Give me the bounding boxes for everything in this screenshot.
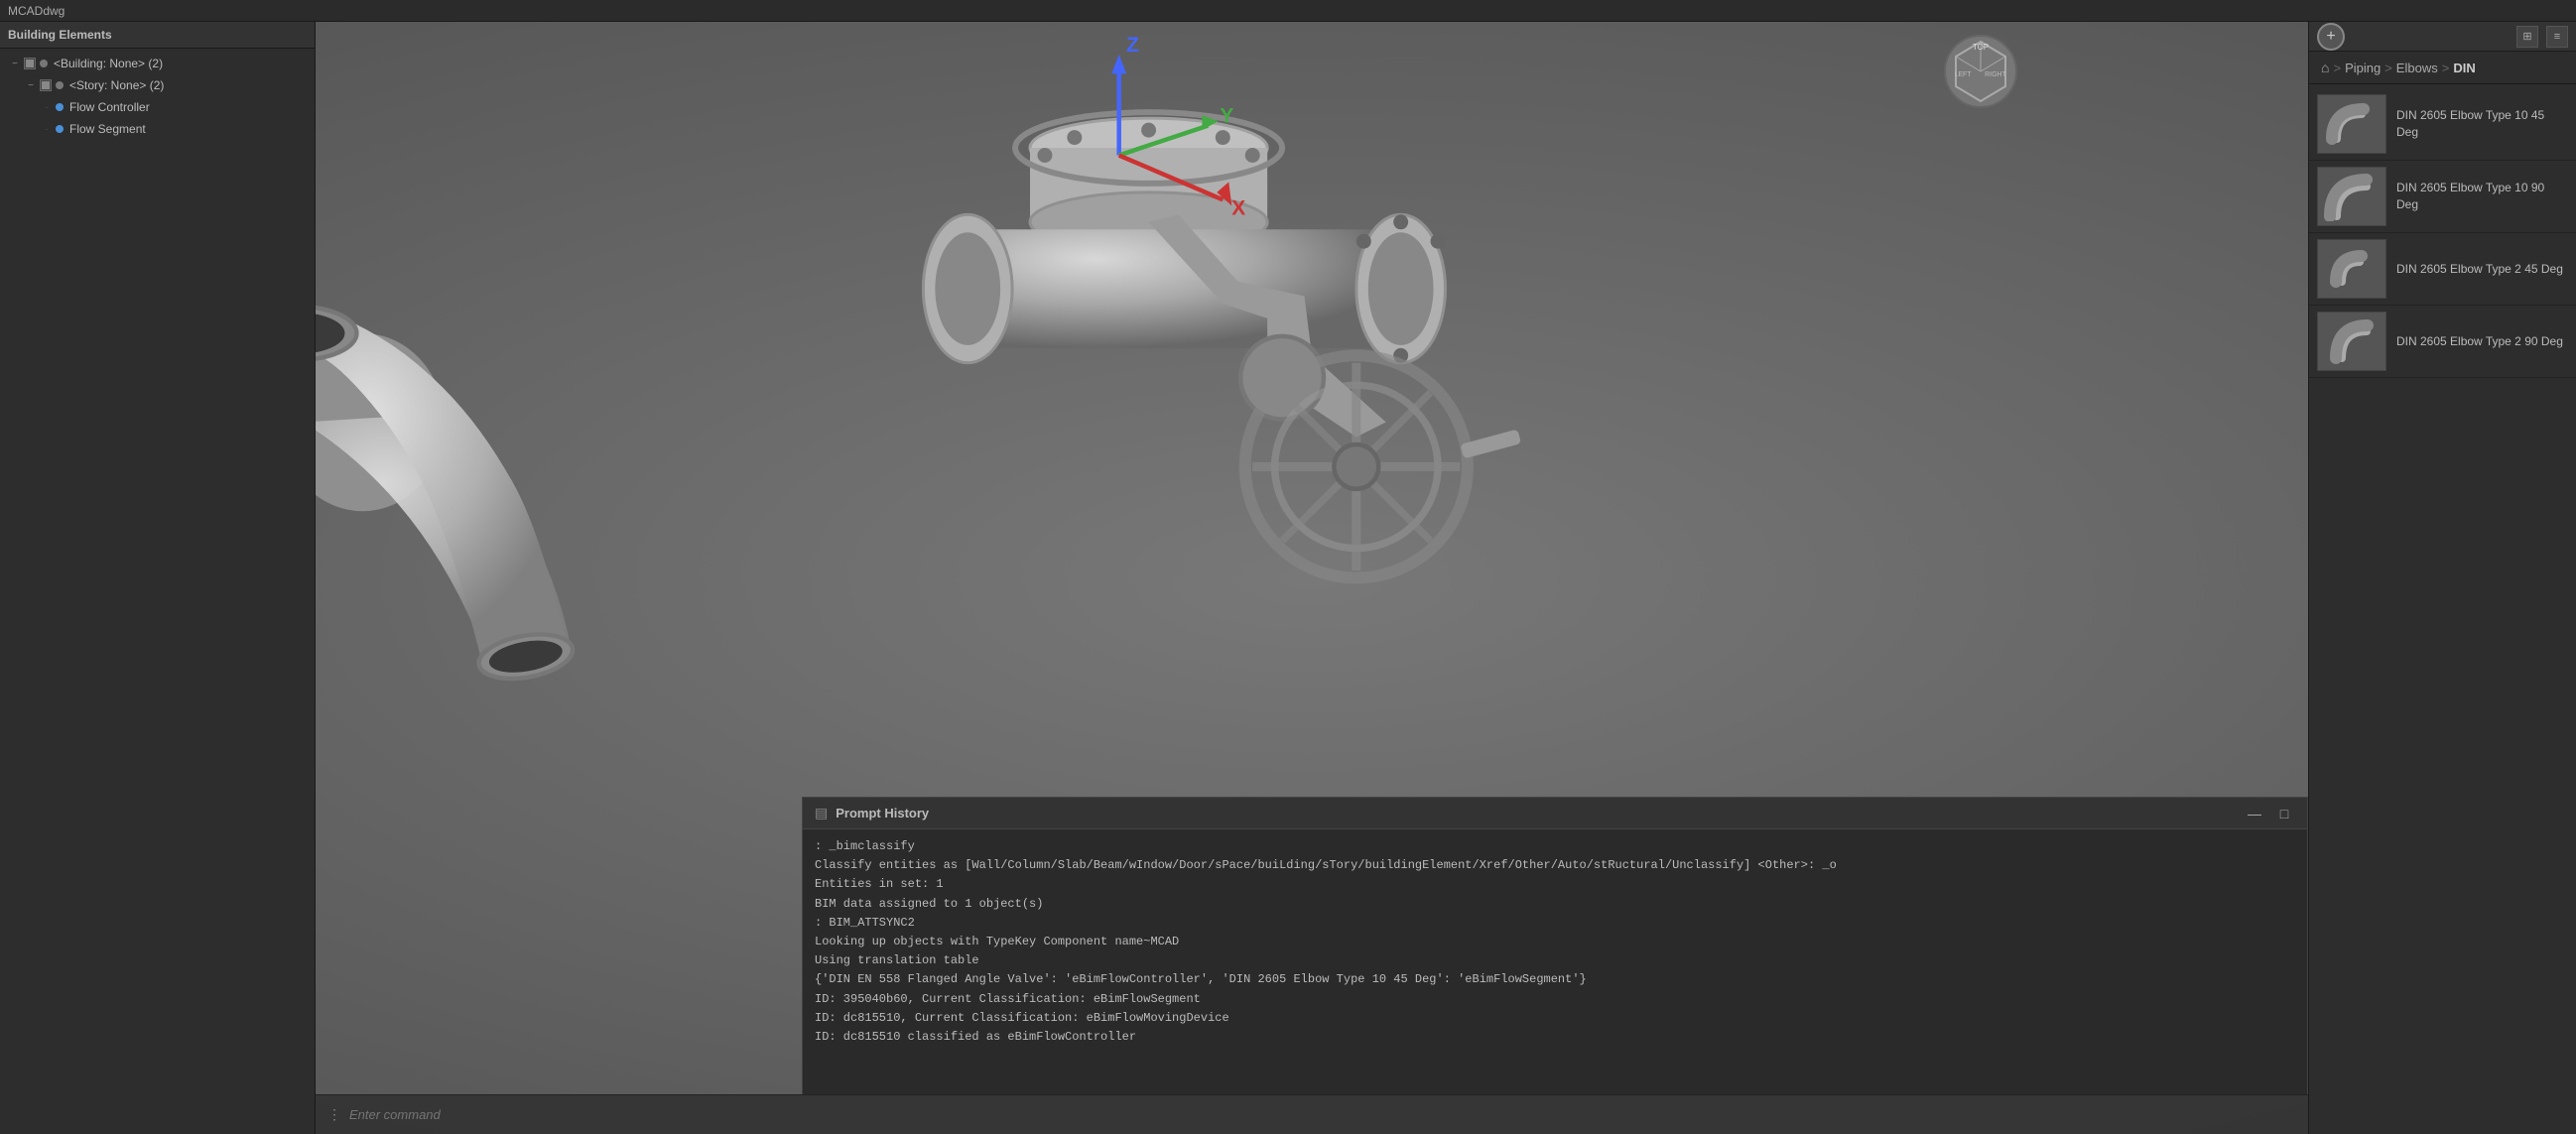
app-title: MCADdwg <box>8 4 64 18</box>
svg-text:TOP: TOP <box>1973 43 1989 52</box>
prompt-content: : _bimclassify Classify entities as [Wal… <box>803 829 2307 1094</box>
top-bar: MCADdwg <box>0 0 2576 22</box>
svg-text:X: X <box>1231 196 1245 219</box>
thumbnail-1 <box>2317 94 2386 154</box>
prompt-history-title: Prompt History <box>836 806 929 820</box>
right-panel: + ⊞ ≡ ⌂ > Piping > Elbows > DIN <box>2308 22 2576 1134</box>
expand-icon-story[interactable]: − <box>24 78 38 92</box>
checkbox-building[interactable] <box>24 58 36 69</box>
nav-cube[interactable]: TOP RIGHT LEFT <box>1941 32 2020 111</box>
prompt-line-6: Looking up objects with TypeKey Componen… <box>815 933 2295 951</box>
prompt-header: ▤ Prompt History — □ <box>803 798 2307 829</box>
library-item-label-4: DIN 2605 Elbow Type 2 90 Deg <box>2396 333 2563 350</box>
tree-item-story-none[interactable]: − <Story: None> (2) <box>0 74 315 96</box>
list-item[interactable]: DIN 2605 Elbow Type 10 90 Deg <box>2309 161 2576 233</box>
expand-icon-flow-segment: · <box>40 122 54 136</box>
prompt-line-3: Entities in set: 1 <box>815 875 2295 894</box>
command-prompt-icon: ⋮ <box>327 1106 341 1123</box>
prompt-line-11: ID: dc815510 classified as eBimFlowContr… <box>815 1028 2295 1047</box>
svg-text:LEFT: LEFT <box>1954 71 1972 78</box>
command-bar: ⋮ <box>316 1094 2308 1134</box>
breadcrumb-sep-3: > <box>2442 61 2450 75</box>
breadcrumb-sep-1: > <box>2333 61 2341 75</box>
svg-text:RIGHT: RIGHT <box>1985 71 2007 78</box>
prompt-line-8: {'DIN EN 558 Flanged Angle Valve': 'eBim… <box>815 970 2295 989</box>
library-items: DIN 2605 Elbow Type 10 45 Deg DIN 2605 E… <box>2309 84 2576 1134</box>
prompt-line-5: : BIM_ATTSYNC2 <box>815 914 2295 933</box>
left-sidebar: Building Elements − <Building: None> (2)… <box>0 22 316 1134</box>
tree-item-flow-segment[interactable]: · Flow Segment <box>0 118 315 140</box>
home-icon[interactable]: ⌂ <box>2321 60 2329 75</box>
thumbnail-3 <box>2317 239 2386 299</box>
prompt-history-panel: ▤ Prompt History — □ : _bimclassify Clas… <box>802 797 2308 1094</box>
breadcrumb-elbows[interactable]: Elbows <box>2396 61 2438 75</box>
maximize-button[interactable]: □ <box>2273 803 2295 824</box>
prompt-line-2: Classify entities as [Wall/Column/Slab/B… <box>815 856 2295 875</box>
svg-text:Z: Z <box>1126 34 1139 57</box>
breadcrumb-piping[interactable]: Piping <box>2345 61 2381 75</box>
sidebar-header: Building Elements <box>0 22 315 49</box>
thumbnail-2 <box>2317 167 2386 226</box>
dot-flow-controller <box>56 103 64 111</box>
add-button[interactable]: + <box>2317 23 2345 51</box>
prompt-panel-icon: ▤ <box>815 805 828 821</box>
library-item-label-2: DIN 2605 Elbow Type 10 90 Deg <box>2396 180 2568 213</box>
breadcrumb-din: DIN <box>2453 61 2475 75</box>
dot-building <box>40 60 48 67</box>
list-item[interactable]: DIN 2605 Elbow Type 2 45 Deg <box>2309 233 2576 306</box>
list-item[interactable]: DIN 2605 Elbow Type 10 45 Deg <box>2309 88 2576 161</box>
expand-icon-building[interactable]: − <box>8 57 22 70</box>
main-layout: Building Elements − <Building: None> (2)… <box>0 22 2576 1134</box>
tree-container: − <Building: None> (2) − <Story: None> (… <box>0 49 315 1134</box>
list-item[interactable]: DIN 2605 Elbow Type 2 90 Deg <box>2309 306 2576 378</box>
minimize-button[interactable]: — <box>2244 803 2265 824</box>
breadcrumb-sep-2: > <box>2384 61 2392 75</box>
right-panel-top: + ⊞ ≡ <box>2309 22 2576 52</box>
prompt-line-7: Using translation table <box>815 951 2295 970</box>
prompt-line-1: : _bimclassify <box>815 837 2295 856</box>
svg-text:Y: Y <box>1220 105 1233 128</box>
list-view-button[interactable]: ≡ <box>2546 26 2568 48</box>
prompt-line-10: ID: dc815510, Current Classification: eB… <box>815 1009 2295 1028</box>
prompt-line-9: ID: 395040b60, Current Classification: e… <box>815 990 2295 1009</box>
tree-item-flow-controller[interactable]: · Flow Controller <box>0 96 315 118</box>
viewport-area[interactable]: Z Y X TOP R <box>316 22 2308 1134</box>
label-flow-controller: Flow Controller <box>69 100 150 114</box>
checkbox-story[interactable] <box>40 79 52 91</box>
prompt-line-4: BIM data assigned to 1 object(s) <box>815 895 2295 914</box>
command-input[interactable] <box>349 1107 647 1122</box>
thumbnail-4 <box>2317 312 2386 371</box>
prompt-header-controls: — □ <box>2244 803 2295 824</box>
label-building-none: <Building: None> (2) <box>54 57 163 70</box>
tree-item-building-none[interactable]: − <Building: None> (2) <box>0 53 315 74</box>
breadcrumb: ⌂ > Piping > Elbows > DIN <box>2309 52 2576 84</box>
label-flow-segment: Flow Segment <box>69 122 146 136</box>
expand-icon-flow-controller: · <box>40 100 54 114</box>
label-story-none: <Story: None> (2) <box>69 78 164 92</box>
dot-flow-segment <box>56 125 64 133</box>
grid-view-button[interactable]: ⊞ <box>2516 26 2538 48</box>
viewport-3d: Z Y X TOP R <box>316 22 2308 1134</box>
library-item-label-1: DIN 2605 Elbow Type 10 45 Deg <box>2396 107 2568 141</box>
dot-story <box>56 81 64 89</box>
library-item-label-3: DIN 2605 Elbow Type 2 45 Deg <box>2396 261 2563 278</box>
